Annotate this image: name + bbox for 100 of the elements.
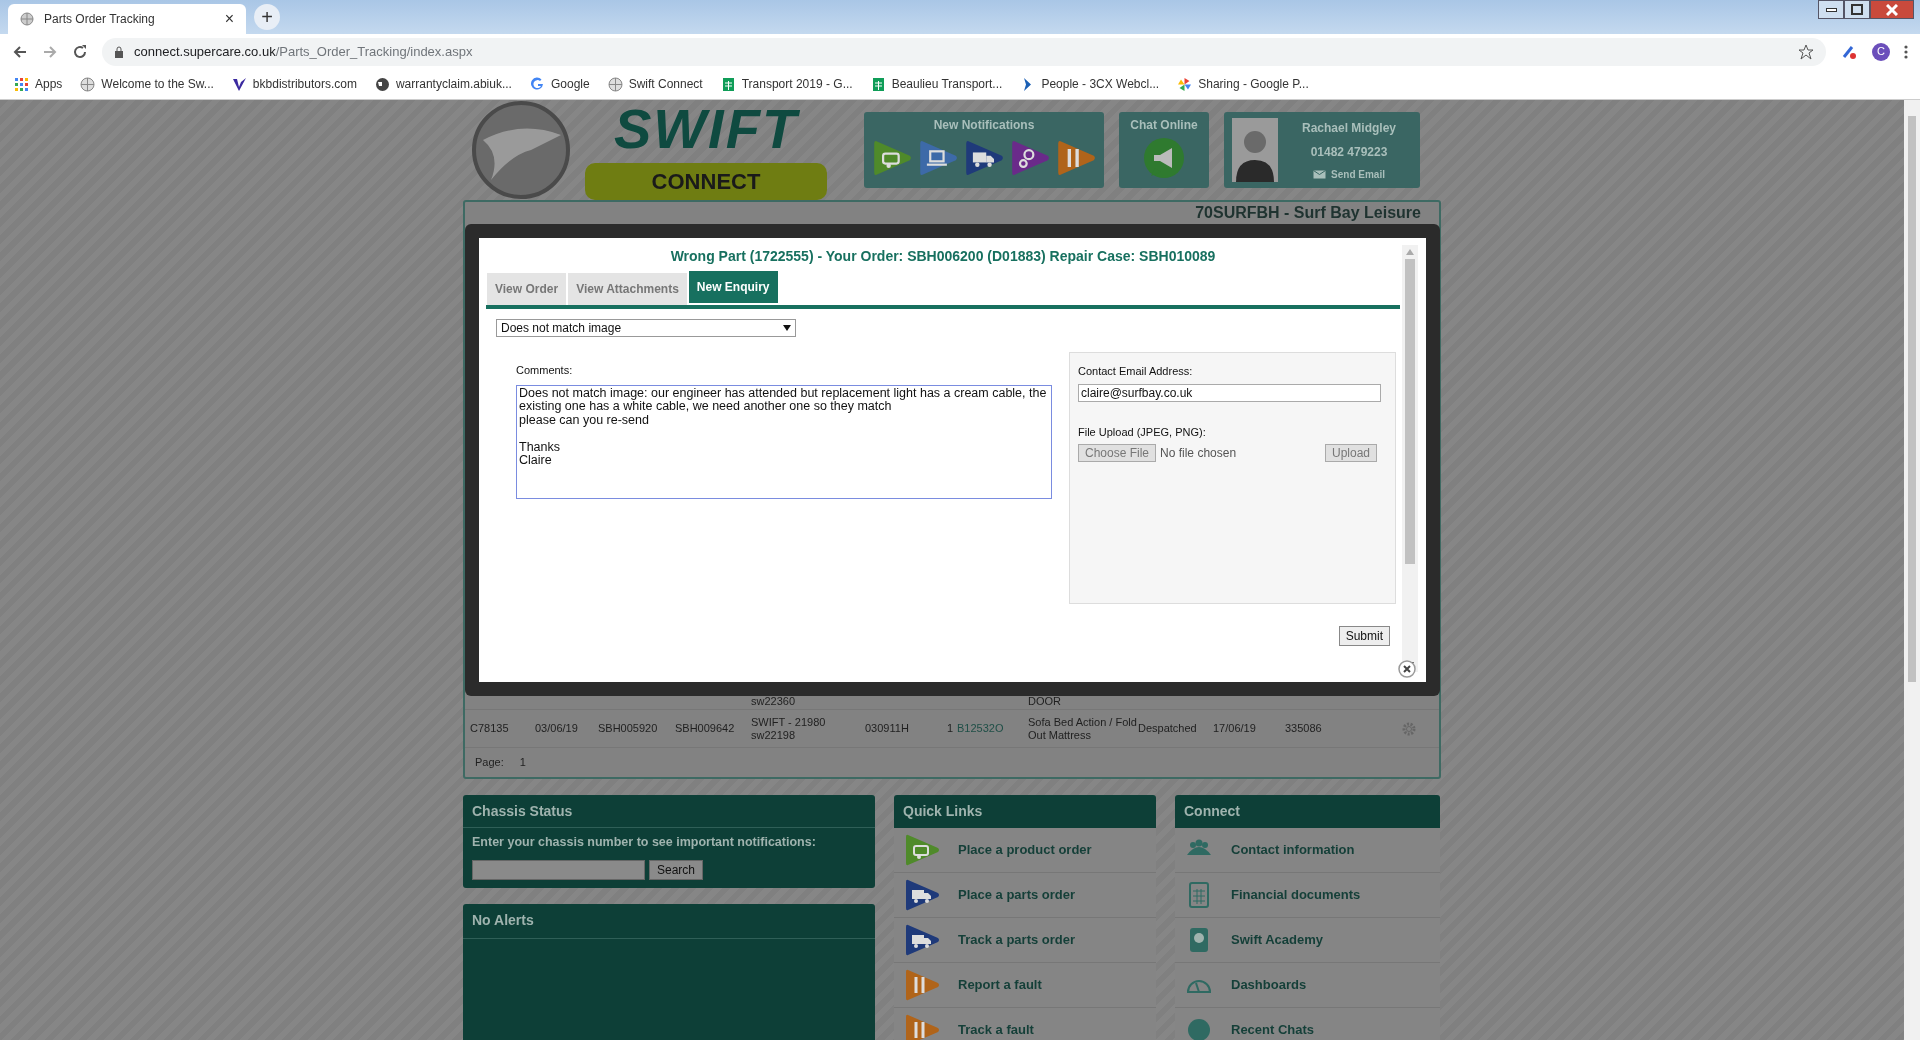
minimize-icon [1825, 7, 1837, 12]
more-menu-icon[interactable] [1904, 43, 1908, 60]
quick-link[interactable]: Track a fault [958, 1020, 1034, 1040]
table-cell: DOOR [1028, 695, 1061, 707]
bookmark-link[interactable]: bkbdistributors.com [252, 75, 357, 93]
profile-avatar[interactable]: C [1872, 42, 1890, 61]
bookmark-link[interactable]: Beaulieu Transport... [891, 75, 1003, 93]
quick-link[interactable]: Report a fault [958, 975, 1042, 995]
table-cell: 335086 [1285, 722, 1322, 734]
envelope-icon [1313, 169, 1327, 179]
laptop-notification-icon[interactable] [918, 138, 958, 178]
table-cell: SBH005920 [598, 722, 658, 734]
bookmark-link[interactable]: Welcome to the Sw... [101, 75, 214, 93]
table-cell: SBH009642 [675, 722, 735, 734]
send-email-link[interactable]: Send Email [1331, 166, 1385, 182]
bookmark-link[interactable]: Swift Connect [628, 75, 703, 93]
quick-link[interactable]: Contact information [1231, 840, 1355, 860]
modal-scrollbar[interactable] [1402, 245, 1418, 672]
quick-link[interactable]: Recent Chats [1231, 1020, 1315, 1040]
panel-title: Chat Online [1130, 117, 1198, 134]
v-logo-icon[interactable] [231, 76, 247, 92]
file-upload-label: File Upload (JPEG, PNG): [1078, 424, 1207, 440]
bookmark-link[interactable]: People - 3CX Webcl... [1041, 75, 1160, 93]
tab[interactable]: View Order [487, 273, 567, 305]
panel-title: No Alerts [463, 903, 875, 939]
tab-title: Parts Order Tracking [44, 11, 156, 28]
tab-close-button[interactable]: × [224, 7, 234, 31]
quick-link[interactable]: Place a product order [958, 840, 1092, 860]
close-button[interactable] [1870, 0, 1914, 19]
person-silhouette-icon [1232, 118, 1278, 182]
bookmark-link[interactable]: Google [550, 75, 590, 93]
choose-file-button[interactable]: Choose File [1078, 444, 1157, 462]
comments-label: Comments: [516, 363, 574, 378]
upload-button[interactable]: Upload [1324, 444, 1377, 462]
lock-icon [114, 45, 124, 58]
close-icon[interactable] [1398, 660, 1416, 678]
logo-badge: CONNECT [585, 162, 827, 200]
logo-wordmark: SWIFT [613, 100, 799, 157]
table-cell: Despatched [1138, 722, 1197, 734]
quick-link[interactable]: Financial documents [1231, 885, 1361, 905]
truck-notification-icon[interactable] [964, 138, 1004, 178]
swallow-logo-icon [471, 100, 571, 200]
chat-panel[interactable]: Chat Online [1119, 112, 1209, 188]
chassis-prompt: Enter your chassis number to see important notifications: [471, 834, 817, 851]
pager-label: Page: [475, 755, 504, 771]
table-cell: 030911H [865, 722, 909, 734]
maximize-icon [1851, 4, 1863, 15]
contact-phone: 01482 479223 [1310, 143, 1388, 161]
dropdown-caret-icon [783, 325, 791, 331]
table-cell: C78135 [470, 722, 509, 734]
panel-title: New Notifications [933, 117, 1035, 134]
close-icon [1886, 3, 1898, 16]
page-scrollbar[interactable] [1904, 100, 1920, 1040]
new-tab-button[interactable]: + [254, 4, 280, 30]
file-status-text: No file chosen [1160, 445, 1237, 462]
email-input[interactable]: claire@surfbay.co.uk [1078, 383, 1381, 402]
quick-link[interactable]: Place a parts order [958, 885, 1076, 905]
reason-dropdown[interactable]: Does not match image [496, 319, 796, 337]
bookmark-link[interactable]: Transport 2019 - G... [741, 75, 853, 93]
submit-button[interactable]: Submit [1338, 626, 1390, 646]
url-text: connect.supercare.co.uk/Parts_Order_Tracking/index.aspx [134, 42, 473, 61]
tab[interactable]: New Enquiry [688, 271, 778, 303]
spreadsheet-icon[interactable] [720, 76, 736, 92]
comments-textarea[interactable]: Does not match image: our engineer has attended but replacement light has a cream cable, the existing one has a white cable, we need another one so they match please can you re-send Thanks Claire [516, 384, 1052, 499]
tab[interactable]: View Attachments [568, 273, 687, 305]
pinwheel-icon[interactable] [1177, 76, 1193, 92]
quick-link[interactable]: Swift Academy [1231, 930, 1323, 950]
minimize-button[interactable] [1818, 0, 1844, 19]
bookmark-link[interactable]: Sharing - Google P... [1198, 75, 1309, 93]
apps-grid-icon[interactable] [14, 76, 29, 92]
table-cell: sw22360 [751, 695, 796, 707]
address-bar[interactable]: connect.supercare.co.uk/Parts_Order_Tracking/index.aspx [102, 37, 1826, 66]
back-arrow-icon[interactable] [12, 43, 28, 60]
gears-notification-icon[interactable] [1010, 138, 1050, 178]
contact-name: Rachael Midgley [1302, 119, 1396, 137]
tools-notification-icon[interactable] [1056, 138, 1096, 178]
quick-link[interactable]: Dashboards [1231, 975, 1307, 995]
spreadsheet-icon[interactable] [870, 76, 886, 92]
bookmark-link[interactable]: warrantyclaim.abiuk... [395, 75, 512, 93]
star-icon[interactable] [1798, 43, 1814, 60]
table-cell: SWIFT - 21980 sw22198 [751, 715, 826, 741]
dealer-name: 70SURFBH - Surf Bay Leisure [1195, 205, 1421, 221]
modal-title: Wrong Part (1722555) - Your Order: SBH006200 (D01883) Repair Case: SBH010089 [669, 247, 1217, 264]
email-label: Contact Email Address: [1078, 364, 1194, 379]
quick-link[interactable]: Track a parts order [958, 930, 1076, 950]
search-button[interactable]: Search [649, 859, 704, 880]
table-cell: 1 [946, 722, 953, 734]
bookmark-link[interactable]: Apps [35, 75, 63, 93]
reload-icon[interactable] [72, 43, 88, 60]
scroll-up-caret-icon [1406, 249, 1414, 255]
chassis-number-input[interactable] [472, 859, 645, 880]
browser-tab[interactable]: Parts Order Tracking × [8, 4, 246, 34]
table-cell: 17/06/19 [1213, 722, 1256, 734]
g-logo-icon[interactable] [529, 76, 545, 92]
table-cell: Sofa Bed Action / Fold Out Mattress [1028, 715, 1137, 741]
panel-title: Chassis Status [463, 795, 875, 828]
page-number[interactable]: 1 [519, 754, 526, 771]
panel-title: Quick Links [894, 795, 1156, 828]
maximize-button[interactable] [1844, 0, 1870, 19]
panel-title: Connect [1175, 795, 1440, 828]
